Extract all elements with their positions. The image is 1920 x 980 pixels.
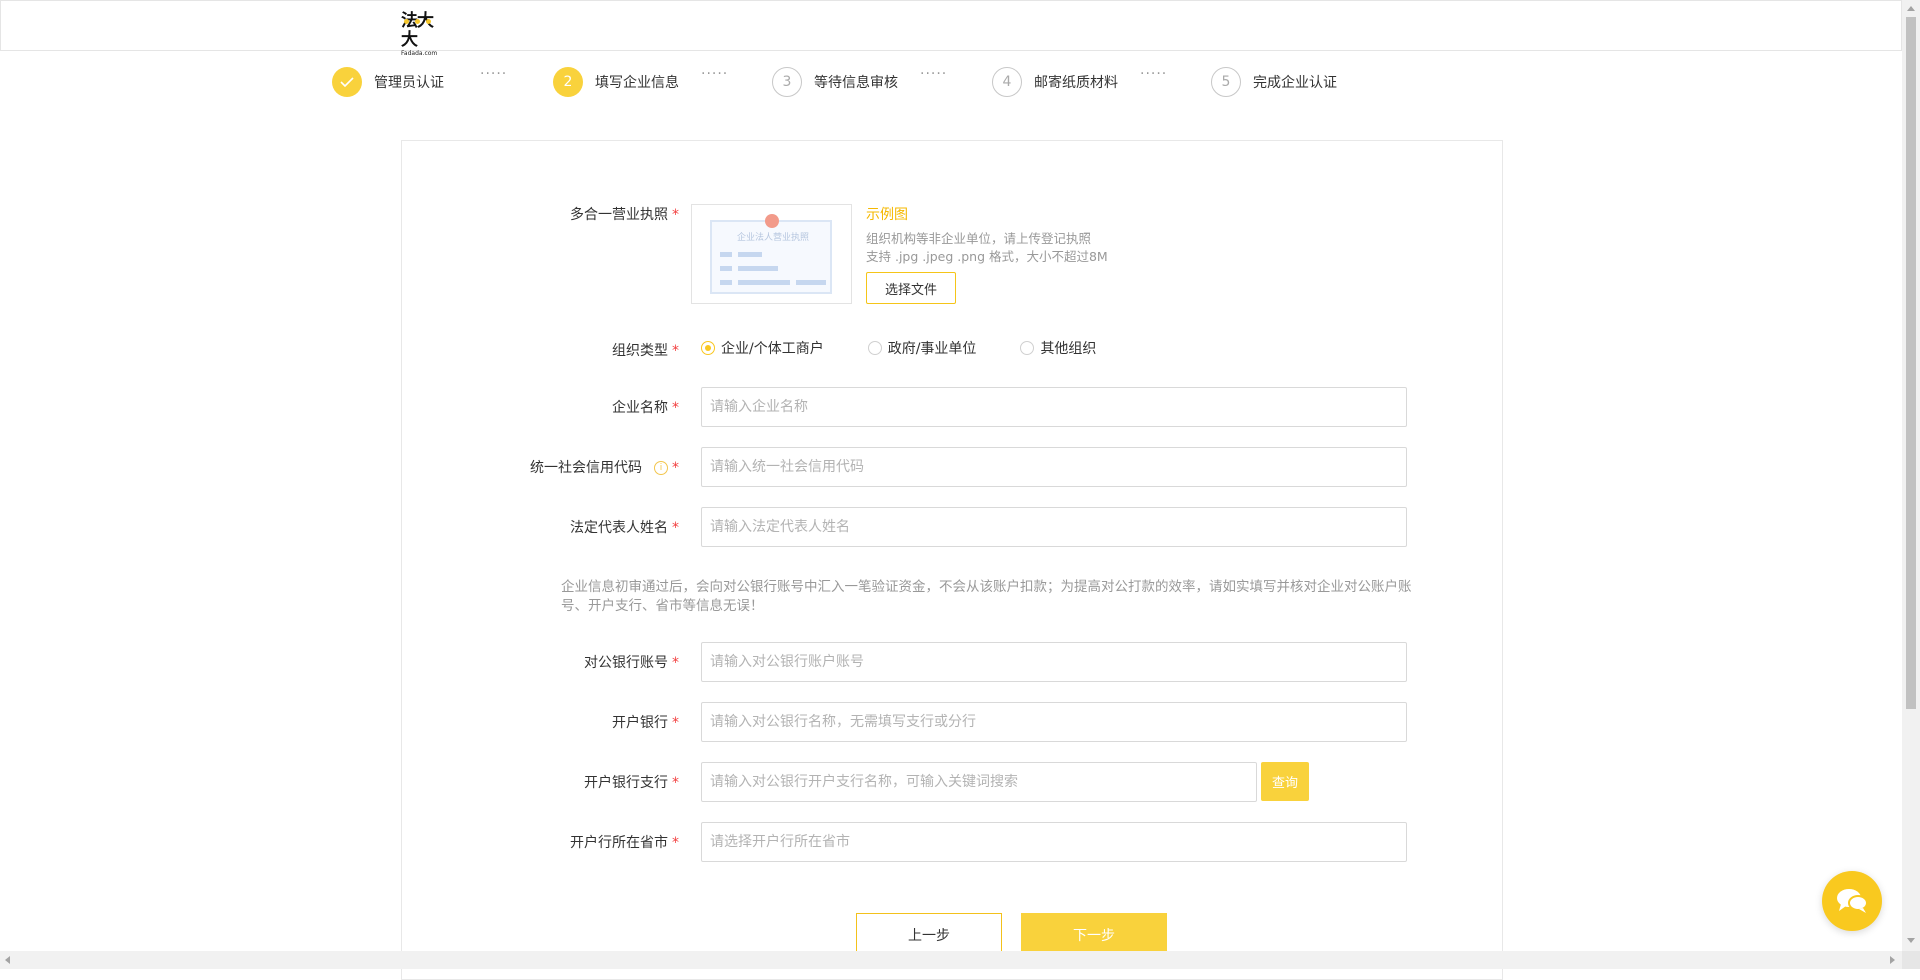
logo-dots [404, 9, 437, 28]
scrollbar-thumb[interactable] [1906, 17, 1916, 709]
step-label: 完成企业认证 [1253, 75, 1337, 91]
credit-code-label: 统一社会信用代码 i * [530, 460, 679, 476]
step-number: 4 [992, 67, 1022, 97]
org-type-label: 组织类型 * [612, 343, 679, 359]
radio-label: 其他组织 [1040, 341, 1097, 357]
radio-label: 企业/个体工商户 [721, 341, 824, 357]
credit-code-input[interactable] [701, 447, 1407, 487]
step-number: 5 [1211, 67, 1241, 97]
license-hint-2: 支持 .jpg .jpeg .png 格式，大小不超过8M [866, 249, 1108, 264]
company-name-label: 企业名称 * [612, 400, 679, 416]
step-label: 邮寄纸质材料 [1034, 75, 1118, 91]
chat-bubbles-icon [1837, 889, 1868, 913]
scroll-right-icon[interactable] [1890, 956, 1895, 964]
chat-button[interactable] [1822, 871, 1882, 931]
bank-region-select[interactable] [701, 822, 1407, 862]
bank-verification-notice: 企业信息初审通过后，会向对公银行账号中汇入一笔验证资金，不会从该账户扣款；为提高… [561, 579, 1412, 614]
radio-other[interactable]: 其他组织 [1020, 338, 1096, 358]
step-separator: ····· [1140, 66, 1168, 82]
step-mail: 4 邮寄纸质材料 [992, 66, 1118, 98]
bank-branch-input[interactable] [701, 762, 1257, 802]
legal-rep-input[interactable] [701, 507, 1407, 547]
step-admin-auth: 管理员认证 [332, 66, 444, 98]
org-type-radio-group: 企业/个体工商户 政府/事业单位 其他组织 [701, 338, 1140, 358]
choose-file-button[interactable]: 选择文件 [866, 272, 956, 304]
vertical-scrollbar[interactable] [1902, 0, 1920, 951]
step-number: 2 [553, 67, 583, 97]
radio-government[interactable]: 政府/事业单位 [867, 338, 977, 358]
check-icon [332, 67, 362, 97]
step-label: 填写企业信息 [595, 75, 679, 91]
bank-branch-label: 开户银行支行 * [584, 775, 679, 791]
license-label: 多合一营业执照 * [570, 207, 679, 223]
legal-rep-label: 法定代表人姓名 * [570, 520, 679, 536]
horizontal-scrollbar[interactable] [0, 951, 1902, 969]
step-label: 管理员认证 [374, 75, 444, 91]
info-icon[interactable]: i [654, 461, 668, 475]
license-hint-1: 组织机构等非企业单位，请上传登记执照 [866, 231, 1092, 246]
license-sample-image: 企业法人营业执照 [691, 204, 852, 304]
top-bar: 法大大 Fadada.com [0, 0, 1902, 58]
example-link[interactable]: 示例图 [866, 204, 908, 224]
progress-steps: 管理员认证 ····· 2 填写企业信息 ····· 3 等待信息审核 ····… [0, 66, 1902, 98]
bank-label: 开户银行 * [612, 715, 679, 731]
step-complete: 5 完成企业认证 [1211, 66, 1337, 98]
bank-input[interactable] [701, 702, 1407, 742]
step-fill-info: 2 填写企业信息 [553, 66, 679, 98]
company-name-input[interactable] [701, 387, 1407, 427]
step-label: 等待信息审核 [814, 75, 898, 91]
step-review: 3 等待信息审核 [772, 66, 898, 98]
license-image-title: 企业法人营业执照 [737, 233, 810, 243]
step-separator: ····· [480, 66, 508, 82]
scrollbar-corner [1902, 951, 1920, 969]
scroll-left-icon[interactable] [5, 956, 10, 964]
radio-dot[interactable] [701, 341, 715, 355]
query-button[interactable]: 查询 [1261, 762, 1309, 801]
step-separator: ····· [920, 66, 948, 82]
step-separator: ····· [701, 66, 729, 82]
seal-icon [765, 214, 779, 228]
bank-region-label: 开户行所在省市 * [570, 835, 679, 851]
radio-enterprise[interactable]: 企业/个体工商户 [701, 338, 824, 358]
logo[interactable]: 法大大 Fadada.com [401, 9, 445, 58]
radio-dot[interactable] [1020, 341, 1035, 355]
bank-account-label: 对公银行账号 * [584, 655, 679, 671]
bank-account-input[interactable] [701, 642, 1407, 682]
radio-label: 政府/事业单位 [887, 341, 977, 357]
logo-subtext: Fadada.com [401, 50, 438, 57]
scroll-down-icon[interactable] [1907, 938, 1915, 943]
step-number: 3 [772, 67, 802, 97]
scroll-up-icon[interactable] [1907, 6, 1915, 11]
radio-dot[interactable] [867, 341, 882, 355]
